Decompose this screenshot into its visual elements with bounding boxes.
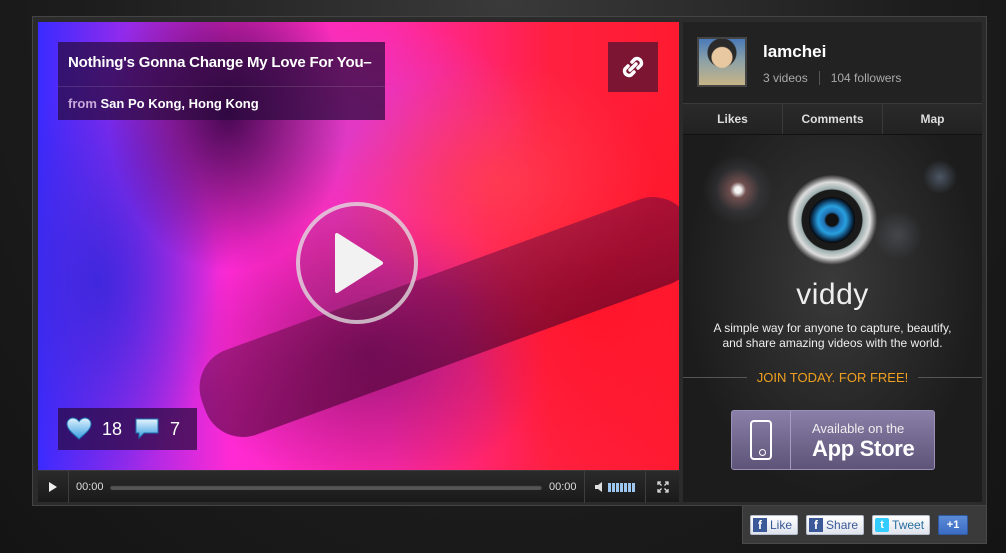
tab-map[interactable]: Map bbox=[883, 104, 982, 134]
play-icon bbox=[49, 482, 57, 492]
lens-flare bbox=[873, 210, 923, 260]
facebook-icon: f bbox=[809, 517, 824, 532]
twitter-icon: t bbox=[875, 517, 890, 532]
comments-count: 7 bbox=[170, 418, 181, 439]
tweet-button[interactable]: t Tweet bbox=[872, 514, 931, 535]
link-icon bbox=[622, 56, 644, 78]
facebook-icon: f bbox=[753, 517, 767, 532]
tweet-label: Tweet bbox=[892, 517, 925, 532]
heart-icon bbox=[66, 417, 92, 440]
player-frame: Nothing's Gonna Change My Love For You– … bbox=[32, 16, 987, 506]
share-label: Share bbox=[826, 517, 859, 532]
like-label: Like bbox=[770, 517, 793, 532]
join-link[interactable]: JOIN TODAY. FOR FREE! bbox=[747, 370, 918, 385]
total-time: 00:00 bbox=[549, 481, 577, 493]
tab-comments[interactable]: Comments bbox=[783, 104, 883, 134]
video-count[interactable]: 3 videos bbox=[763, 71, 808, 85]
progress-bar[interactable] bbox=[110, 485, 542, 490]
comment-bubble-icon bbox=[135, 418, 159, 440]
brand-name: viddy bbox=[796, 278, 869, 311]
facebook-like-button[interactable]: f Like bbox=[750, 514, 799, 535]
profile-meta: 3 videos 104 followers bbox=[763, 71, 901, 85]
likes-stat[interactable]: 18 bbox=[66, 417, 122, 441]
play-button[interactable] bbox=[296, 202, 418, 324]
app-store-small-text: Available on the bbox=[812, 421, 905, 436]
location-name[interactable]: San Po Kong, Hong Kong bbox=[101, 96, 259, 111]
lens-flare bbox=[923, 160, 957, 194]
viddy-promo: viddy A simple way for anyone to capture… bbox=[683, 135, 982, 502]
fullscreen-icon bbox=[656, 481, 669, 493]
play-icon bbox=[335, 233, 383, 293]
google-plus-one-button[interactable]: +1 bbox=[938, 514, 969, 535]
video-location: from San Po Kong, Hong Kong bbox=[68, 96, 259, 111]
avatar[interactable] bbox=[697, 37, 747, 87]
comments-stat[interactable]: 7 bbox=[134, 417, 180, 441]
divider bbox=[818, 71, 820, 85]
username[interactable]: lamchei bbox=[763, 42, 826, 62]
social-bar: f Like f Share t Tweet +1 bbox=[742, 506, 987, 544]
profile-header: lamchei 3 videos 104 followers bbox=[683, 22, 982, 104]
video-content bbox=[188, 185, 679, 449]
current-time: 00:00 bbox=[76, 481, 104, 493]
facebook-share-button[interactable]: f Share bbox=[806, 514, 865, 535]
speaker-icon bbox=[594, 482, 602, 492]
likes-count: 18 bbox=[102, 418, 123, 439]
camera-lens-icon bbox=[787, 175, 877, 265]
video-controls: 00:00 00:00 bbox=[38, 470, 679, 503]
app-store-label: App Store bbox=[812, 436, 915, 461]
lens-flare bbox=[703, 155, 773, 225]
promo-tagline: A simple way for anyone to capture, beau… bbox=[713, 321, 952, 350]
video-info-box: Nothing's Gonna Change My Love For You– … bbox=[58, 42, 385, 120]
location-prefix: from bbox=[68, 96, 97, 111]
volume-slider[interactable] bbox=[607, 482, 636, 492]
app-store-button[interactable]: Available on the App Store bbox=[731, 410, 935, 470]
control-play-button[interactable] bbox=[38, 471, 69, 503]
sidebar-tabs: Likes Comments Map bbox=[683, 104, 982, 135]
follower-count[interactable]: 104 followers bbox=[831, 71, 902, 85]
sidebar: lamchei 3 videos 104 followers Likes Com… bbox=[683, 22, 982, 502]
join-row: JOIN TODAY. FOR FREE! bbox=[683, 367, 982, 387]
volume-control[interactable] bbox=[584, 471, 646, 503]
video-stats: 18 7 bbox=[58, 408, 197, 450]
share-link-button[interactable] bbox=[608, 42, 658, 92]
video-title: Nothing's Gonna Change My Love For You– bbox=[68, 54, 372, 71]
fullscreen-button[interactable] bbox=[646, 471, 679, 503]
tab-likes[interactable]: Likes bbox=[683, 104, 783, 134]
divider bbox=[58, 86, 385, 87]
video-frame[interactable]: Nothing's Gonna Change My Love For You– … bbox=[38, 22, 679, 470]
iphone-icon bbox=[750, 420, 772, 460]
